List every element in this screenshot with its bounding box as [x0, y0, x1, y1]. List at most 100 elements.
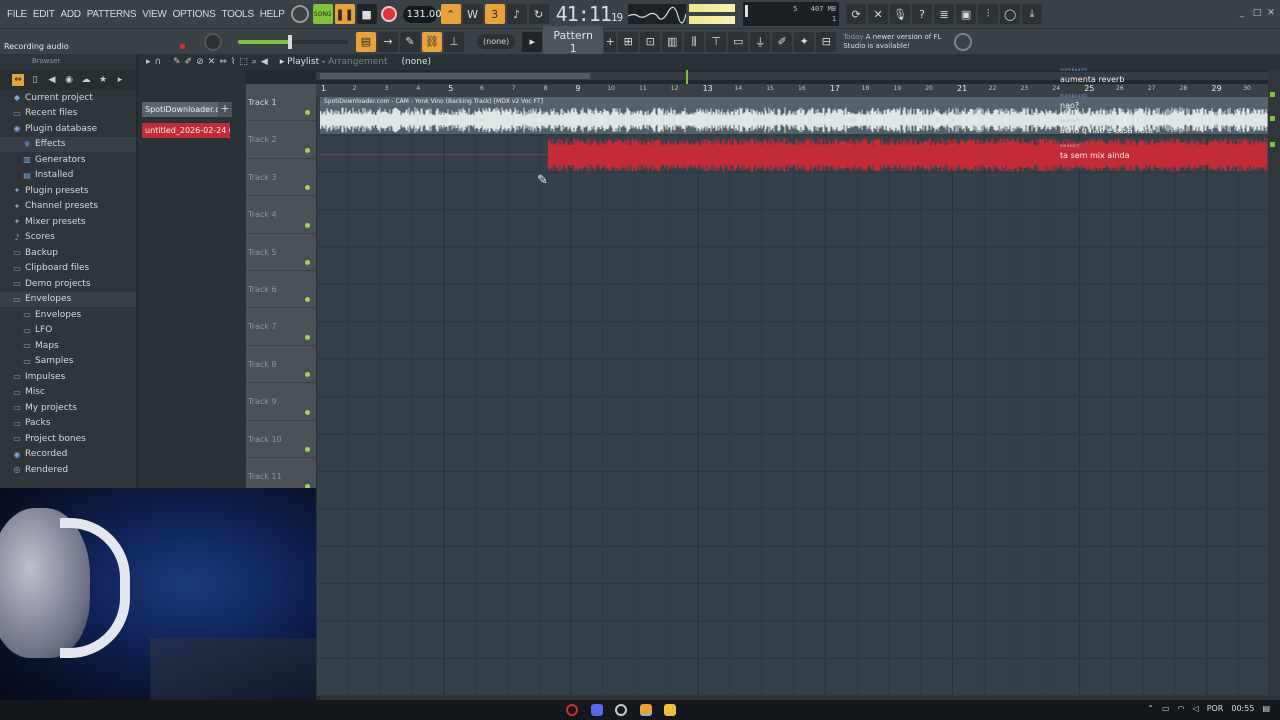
- menu-options[interactable]: OPTIONS: [170, 9, 219, 20]
- master-volume-slider[interactable]: [238, 34, 348, 49]
- clipboard-icon[interactable]: ▭: [728, 31, 749, 52]
- track-header[interactable]: Track 4: [246, 196, 316, 234]
- track-enabled-icon[interactable]: [305, 409, 310, 415]
- update-gear-icon[interactable]: [954, 32, 973, 51]
- master-pitch-knob[interactable]: [204, 32, 222, 51]
- mute-tool-icon[interactable]: ✕: [208, 57, 216, 67]
- browser-all-icon[interactable]: ⇔: [12, 74, 24, 86]
- download-icon[interactable]: ⤓: [1022, 4, 1043, 24]
- discord-icon[interactable]: [591, 704, 603, 716]
- track-header[interactable]: Track 5: [246, 234, 316, 271]
- obs-icon[interactable]: [615, 704, 627, 716]
- browser-cloud-icon[interactable]: ☁: [80, 74, 92, 86]
- channel-rack-icon[interactable]: ⊡: [640, 31, 661, 52]
- metronome-icon[interactable]: ⌃: [440, 4, 461, 24]
- browser-item[interactable]: ▭ Recent files: [0, 106, 136, 122]
- browser-item[interactable]: ◉ Recorded: [0, 447, 136, 463]
- sliders-icon[interactable]: ⫼: [684, 31, 705, 52]
- fl-studio-icon[interactable]: [640, 704, 652, 716]
- track-header[interactable]: Track 1: [246, 84, 316, 122]
- browser-item[interactable]: ♪ Scores: [0, 230, 136, 246]
- menu-view[interactable]: VIEW: [139, 9, 169, 20]
- paint-tool-icon[interactable]: ✐: [185, 57, 193, 67]
- opera-icon[interactable]: [566, 704, 578, 716]
- playlist-pattern[interactable]: (none): [402, 57, 431, 67]
- picker-clip-2[interactable]: untitled_2026-02-24 00-...: [142, 123, 230, 138]
- file-explorer-icon[interactable]: [664, 704, 676, 716]
- browser-item[interactable]: ◆ Current project: [0, 90, 136, 106]
- browser-item[interactable]: ✦ Mixer presets: [0, 214, 136, 230]
- fx-icon[interactable]: ✦: [794, 31, 815, 52]
- wifi-icon[interactable]: ◠: [1178, 704, 1185, 713]
- pattern-none-select[interactable]: (none): [477, 34, 516, 49]
- maximize-icon[interactable]: □: [1252, 8, 1262, 18]
- track-header[interactable]: Track 3: [246, 159, 316, 197]
- save-icon[interactable]: ▣: [956, 4, 977, 24]
- browser-item[interactable]: ▭ Clipboard files: [0, 261, 136, 277]
- browser-item[interactable]: ▭ Backup: [0, 245, 136, 261]
- browser-item[interactable]: ▭ Packs: [0, 416, 136, 432]
- network-icon[interactable]: ▭: [1162, 704, 1170, 713]
- browser-item[interactable]: ▭ Maps: [0, 338, 136, 354]
- browser-item[interactable]: ▭ Envelopes: [0, 291, 136, 307]
- track-header[interactable]: Track 9: [246, 383, 316, 421]
- mic-icon[interactable]: 🎙︎: [890, 4, 911, 24]
- menu-add[interactable]: ADD: [58, 9, 84, 20]
- link-icon[interactable]: ⛓: [422, 31, 442, 52]
- browser-item[interactable]: ✦ Channel presets: [0, 199, 136, 215]
- browser-back-icon[interactable]: ◀: [46, 74, 58, 86]
- right-scrollbar[interactable]: [1268, 70, 1280, 698]
- add-pattern-button[interactable]: +: [604, 31, 617, 52]
- mixer-icon[interactable]: ⫶: [978, 4, 999, 24]
- add-clip-icon[interactable]: +: [218, 102, 232, 117]
- track-enabled-icon[interactable]: [305, 147, 310, 153]
- arrow-icon[interactable]: →: [378, 31, 398, 52]
- browser-item[interactable]: ▭ Samples: [0, 354, 136, 370]
- browser-item[interactable]: ▭ Envelopes: [0, 307, 136, 323]
- track-enabled-icon[interactable]: [305, 110, 310, 116]
- menu-file[interactable]: FILE: [4, 9, 30, 20]
- browser-item[interactable]: ▭ LFO: [0, 323, 136, 339]
- brush-icon[interactable]: ✐: [772, 31, 793, 52]
- browser-item[interactable]: ▭ Project bones: [0, 431, 136, 447]
- select-tool-icon[interactable]: ⬚: [239, 57, 248, 67]
- playhead-marker[interactable]: [686, 70, 688, 84]
- draw-tool-icon[interactable]: ✎: [173, 57, 181, 67]
- piano-roll-icon[interactable]: ▥: [662, 31, 683, 52]
- help-icon[interactable]: ?: [912, 4, 933, 24]
- browser-star-icon[interactable]: ★: [97, 74, 109, 86]
- notification-icon[interactable]: ▤: [1262, 704, 1270, 713]
- stop-button[interactable]: ■: [356, 4, 377, 24]
- volume-icon[interactable]: ◁: [1193, 704, 1199, 713]
- update-notice[interactable]: Today A newer version of FL Studio is av…: [843, 33, 951, 51]
- track-header[interactable]: Track 7: [246, 308, 316, 346]
- tempo-display[interactable]: 131.000: [402, 5, 448, 23]
- magnet-icon[interactable]: ∩: [155, 57, 162, 67]
- track-header[interactable]: Track 10: [246, 421, 316, 458]
- chat-icon[interactable]: ◯: [1000, 4, 1021, 24]
- tools-icon[interactable]: ✕: [868, 4, 889, 24]
- step-edit-icon[interactable]: ♪: [506, 4, 527, 24]
- picker-clip-1[interactable]: SpotiDownloader.co...: [142, 102, 230, 117]
- playlist-icon[interactable]: ▤: [356, 31, 376, 52]
- menu-tools[interactable]: TOOLS: [218, 9, 256, 20]
- stamp-icon[interactable]: ⊥: [444, 31, 464, 52]
- song-mode-toggle[interactable]: SONG: [312, 4, 333, 24]
- browser-plugin-icon[interactable]: ◉: [63, 74, 75, 86]
- browser-item[interactable]: ▭ Impulses: [0, 369, 136, 385]
- track-enabled-icon[interactable]: [305, 334, 310, 340]
- info-icon[interactable]: ≣: [934, 4, 955, 24]
- browser-item[interactable]: ◉ Plugin database: [0, 121, 136, 137]
- tray-arrow-icon[interactable]: ⌃: [1147, 704, 1154, 713]
- menu-patterns[interactable]: PATTERNS: [84, 9, 139, 20]
- zoom-tool-icon[interactable]: ⌕: [252, 57, 257, 67]
- loop-record-icon[interactable]: ↻: [528, 4, 549, 24]
- track-enabled-icon[interactable]: [305, 259, 310, 265]
- pencil-icon[interactable]: ✎: [400, 31, 420, 52]
- refresh-icon[interactable]: ⟳: [846, 4, 867, 24]
- browser-item[interactable]: ▭ Demo projects: [0, 276, 136, 292]
- plug-icon[interactable]: ⏚: [750, 31, 771, 52]
- record-button[interactable]: [380, 6, 397, 22]
- clock-time[interactable]: 00:55: [1231, 704, 1254, 713]
- delete-tool-icon[interactable]: ⊘: [196, 57, 204, 67]
